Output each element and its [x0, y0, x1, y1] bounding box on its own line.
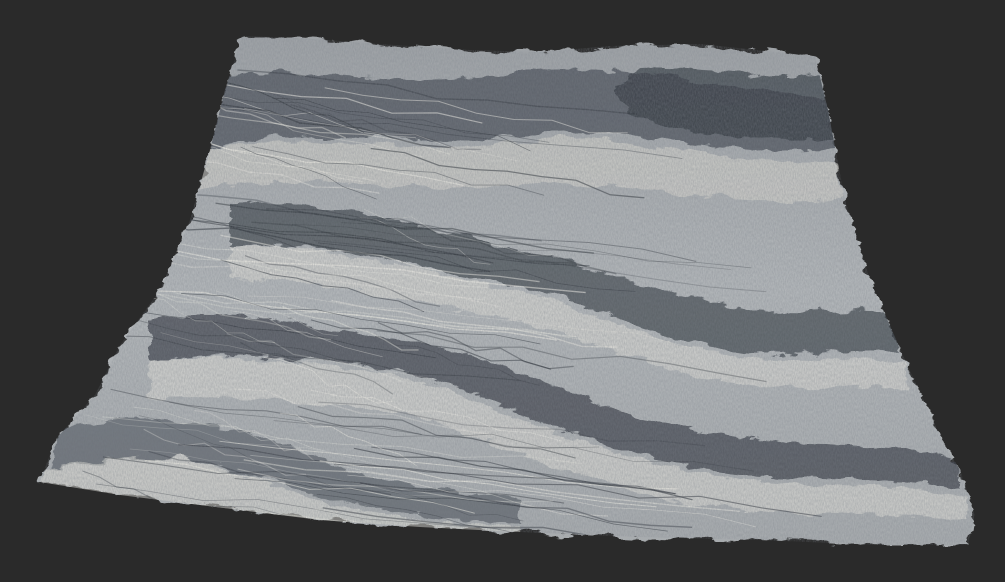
strata-line-92 — [180, 527, 391, 545]
terrain-render — [40, 36, 975, 545]
strata-line-88 — [142, 523, 439, 545]
terrain-grain — [40, 36, 975, 545]
render-viewport — [0, 0, 1005, 582]
